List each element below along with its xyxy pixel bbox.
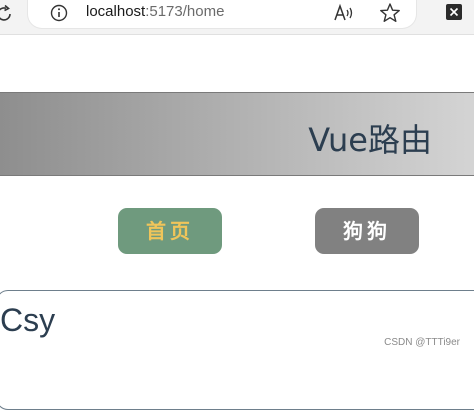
url-text[interactable]: localhost:5173/home <box>86 3 224 20</box>
browser-toolbar: localhost:5173/home <box>0 0 474 35</box>
address-bar[interactable]: localhost:5173/home <box>28 0 416 28</box>
url-host: localhost <box>86 3 146 20</box>
reload-icon[interactable] <box>0 4 14 24</box>
favorite-star-icon[interactable] <box>379 2 401 24</box>
router-view-content: Csy <box>0 302 56 338</box>
nav-dog-button[interactable]: 狗狗 <box>315 208 419 254</box>
page-title: Vue路由 <box>308 121 432 159</box>
watermark: CSDN @TTTi9er <box>384 337 460 348</box>
url-path: :5173/home <box>145 3 225 20</box>
info-icon[interactable] <box>50 4 68 22</box>
read-aloud-icon[interactable] <box>333 3 355 23</box>
router-view-container <box>0 290 474 410</box>
close-icon[interactable] <box>446 4 462 20</box>
nav-home-button[interactable]: 首页 <box>118 208 222 254</box>
header-banner: Vue路由 <box>0 92 474 176</box>
